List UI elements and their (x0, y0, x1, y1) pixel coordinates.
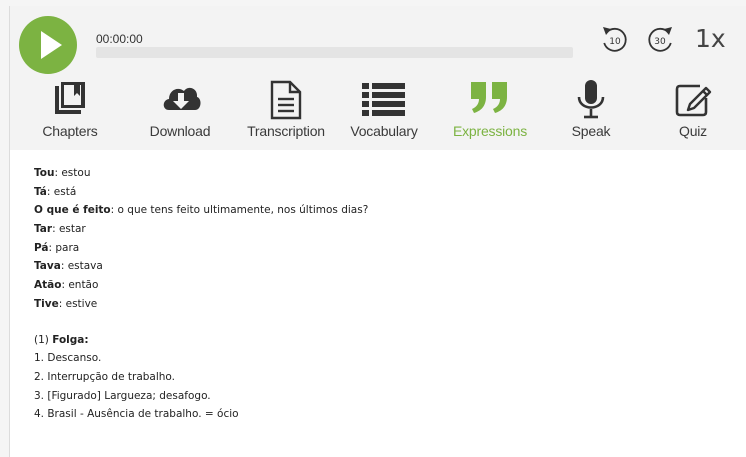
expression-definition: : estar (52, 223, 86, 236)
expression-term: Pá (34, 241, 49, 254)
tab-label: Chapters (42, 123, 98, 139)
playback-speed-button[interactable]: 1x (695, 24, 726, 53)
expression-term: Tou (34, 167, 55, 179)
tab-label: Quiz (679, 123, 707, 139)
list-item: Tar: estar (34, 220, 734, 239)
rewind-10-button[interactable]: 10 (598, 23, 630, 55)
quote-icon (471, 82, 507, 113)
tab-expressions[interactable]: Expressions (447, 78, 533, 144)
microphone-icon (577, 80, 605, 119)
expression-definition: : para (48, 241, 80, 254)
expression-term: O que é feito (34, 204, 111, 217)
list-item: Tive: estive (34, 295, 734, 314)
note-item: 2. Interrupção de trabalho. (34, 370, 176, 383)
forward-30-button[interactable]: 30 (645, 23, 677, 55)
list-item: Tou: estou (34, 164, 734, 183)
tab-label: Transcription (247, 123, 325, 139)
expression-term: Tar (34, 223, 53, 236)
play-icon (41, 31, 62, 59)
list-item: O que é feito: o que tens feito ultimame… (34, 201, 734, 220)
expression-definition: : estava (60, 260, 103, 273)
time-display: 00:00:00 (96, 32, 143, 46)
expression-term: Tive (34, 297, 59, 310)
tab-label: Expressions (452, 123, 528, 139)
forward-seconds-label: 30 (654, 37, 666, 47)
chapters-book-icon (55, 80, 87, 114)
expression-definition: : o que tens feito ultimamente, nos últi… (110, 204, 369, 217)
tab-download[interactable]: Download (140, 78, 220, 144)
note-item: 4. Brasil - Ausência de trabalho. = ócio (34, 408, 239, 421)
tab-vocabulary[interactable]: Vocabulary (345, 78, 423, 144)
expression-definition: : então (61, 279, 99, 292)
document-icon (270, 80, 302, 120)
audio-lesson-panel: 00:00:00 10 30 1x Chapters Download Tran… (9, 6, 746, 457)
expression-term: Tá (34, 185, 47, 198)
expressions-content: Tou: estou Tá: está O que é feito: o que… (34, 164, 734, 424)
tab-label: Speak (571, 123, 611, 139)
expression-definition: : estive (58, 297, 98, 310)
rewind-seconds-label: 10 (609, 37, 621, 47)
edit-icon (675, 84, 712, 117)
tab-label: Download (149, 123, 211, 139)
list-item: Atão: então (34, 276, 734, 295)
list-item: Pá: para (34, 239, 734, 258)
tab-label: Vocabulary (350, 123, 418, 139)
note-term: Folga: (52, 333, 89, 346)
cloud-download-icon (163, 87, 201, 110)
tab-transcription[interactable]: Transcription (238, 78, 334, 144)
expression-term: Tava (34, 260, 61, 273)
tab-quiz[interactable]: Quiz (660, 78, 726, 144)
play-button[interactable] (19, 16, 77, 74)
tab-speak[interactable]: Speak (558, 78, 624, 144)
note-prefix: (1) (34, 333, 53, 346)
audio-player: 00:00:00 10 30 1x Chapters Download Tran… (10, 6, 746, 150)
list-item: Tá: está (34, 183, 734, 202)
note-item: 3. [Figurado] Largueza; desafogo. (34, 389, 211, 402)
note-heading: (1) Folga: (34, 331, 734, 350)
expression-term: Atão (34, 279, 62, 292)
expression-definition: : está (46, 185, 77, 198)
tab-chapters[interactable]: Chapters (34, 78, 106, 144)
progress-bar[interactable] (96, 47, 573, 58)
expression-definition: : estou (54, 167, 91, 179)
note-item: 1. Descanso. (34, 352, 102, 365)
list-item: Tava: estava (34, 257, 734, 276)
list-icon (362, 83, 405, 116)
